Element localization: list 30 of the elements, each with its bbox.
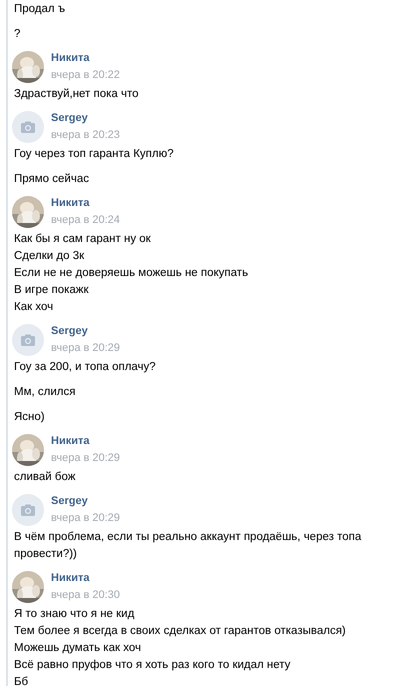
message-text: Продал ъ: [14, 2, 66, 17]
message-text: В чём проблема, если ты реально аккаунт продаёшь, через топа провести?)): [14, 530, 362, 562]
message-text: сливай бож: [14, 470, 76, 485]
message-text: Как хоч: [14, 300, 54, 315]
message-text: Здраствуй,нет пока что: [14, 87, 139, 102]
author-name[interactable]: Никита: [51, 434, 90, 448]
author-name[interactable]: Никита: [51, 570, 90, 584]
message-text: Тем более я всегда в своих сделках от гарантов отказывался): [14, 624, 346, 639]
camera-avatar-icon: [12, 494, 44, 526]
camera-avatar-icon: [12, 111, 44, 143]
message-text: Можешь думать как хоч: [14, 641, 141, 656]
message-text: Гоу через топ гаранта Куплю?: [14, 147, 174, 162]
message-text: Гоу за 200, и топа оплачу?: [14, 360, 156, 375]
message-text: Ясно): [14, 410, 45, 425]
camera-avatar-icon: [12, 324, 44, 356]
author-name[interactable]: Никита: [51, 50, 90, 64]
message-text: Как бы я сам гарант ну ок: [14, 232, 151, 247]
message-text: Бб: [14, 675, 28, 686]
author-name[interactable]: Sergey: [51, 494, 88, 508]
author-name[interactable]: Sergey: [51, 324, 88, 338]
message-text: Сделки до 3к: [14, 249, 84, 264]
author-name[interactable]: Sergey: [51, 110, 88, 124]
message-text: ?: [14, 27, 20, 42]
message-text: Мм, слился: [14, 385, 76, 400]
message-text: Прямо сейчас: [14, 172, 89, 187]
message-text: Всё равно пруфов что я хоть раз кого то кидал нету: [14, 658, 290, 673]
message-text: Если не не доверяешь можешь не покупать: [14, 266, 248, 281]
message-text: В игре покажк: [14, 283, 88, 298]
author-name[interactable]: Никита: [51, 196, 90, 210]
message-text: Я то знаю что я не кид: [14, 607, 134, 622]
